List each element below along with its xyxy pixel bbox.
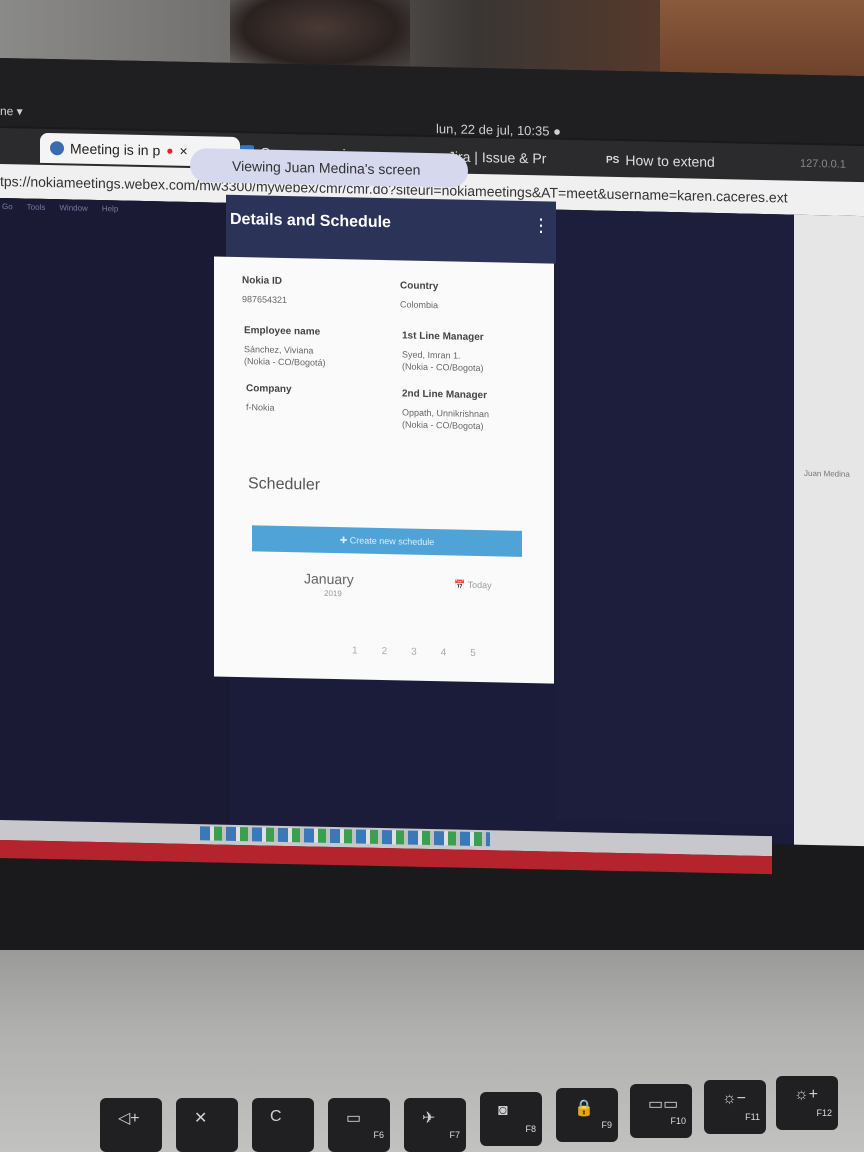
key-f8[interactable]: ◙ F8: [480, 1092, 542, 1146]
today-button[interactable]: 📅 Today: [454, 580, 492, 592]
tab-localhost[interactable]: 127.0.0.1: [800, 149, 864, 180]
clock[interactable]: lun, 22 de jul, 10:35 ●: [436, 121, 561, 139]
menu-window[interactable]: Window: [59, 203, 87, 213]
day-cell[interactable]: 5: [470, 648, 476, 659]
laptop-bezel: ne ▾ lun, 22 de jul, 10:35 ● Meeting is …: [0, 58, 864, 997]
viewing-banner: Viewing Juan Medina's screen: [190, 147, 468, 188]
menu-tools[interactable]: Tools: [27, 202, 46, 211]
shared-left-area: [0, 198, 230, 833]
country-label: Country: [400, 280, 439, 293]
key-f11[interactable]: ☼− F11: [704, 1080, 766, 1134]
key-icon: ▭: [346, 1110, 362, 1127]
today-label: Today: [467, 579, 492, 591]
dock-app-icons[interactable]: [200, 826, 490, 847]
tab-label: Meeting is in p: [70, 140, 161, 159]
key-icon: C: [270, 1108, 282, 1125]
second-manager-value: Oppath, Unnikrishnan (Nokia - CO/Bogota): [402, 407, 490, 432]
recording-icon: ●: [166, 143, 174, 158]
participant-name: Juan Medina: [804, 468, 850, 479]
nokia-id-label: Nokia ID: [242, 275, 283, 287]
calendar-icon: 📅: [454, 579, 466, 590]
day-cell[interactable]: 3: [411, 647, 417, 658]
nokia-id-value: 987654321: [242, 294, 288, 306]
key-icon: ☼−: [722, 1090, 747, 1107]
shared-screen: Go Tools Window Help Juan Medina Viewing…: [0, 147, 864, 875]
tab-label: How to extend: [625, 152, 715, 170]
person-silhouette: [230, 0, 410, 70]
company-value: f-Nokia: [246, 402, 275, 413]
key-icon: ✕: [194, 1110, 208, 1127]
close-icon[interactable]: ×: [180, 143, 188, 159]
second-manager-label: 2nd Line Manager: [402, 388, 488, 402]
key-f12[interactable]: ☼+ F12: [776, 1076, 838, 1130]
key-3[interactable]: C: [252, 1098, 314, 1152]
calendar-month: January: [304, 570, 354, 588]
company-label: Company: [246, 383, 292, 396]
country-value: Colombia: [400, 299, 439, 311]
day-cell[interactable]: 4: [441, 647, 447, 658]
webex-icon: [50, 141, 64, 156]
create-schedule-button[interactable]: ✚ Create new schedule: [252, 525, 522, 557]
calendar-year: 2019: [324, 588, 342, 599]
key-icon: ◁+: [118, 1110, 140, 1127]
employee-name-value: Sánchez, Viviana (Nokia - CO/Bogotá): [244, 344, 326, 368]
ps-icon: PS: [606, 154, 620, 166]
key-2[interactable]: ✕: [176, 1098, 238, 1152]
shared-right-area: [556, 209, 794, 825]
key-1[interactable]: ◁+: [100, 1098, 162, 1152]
key-f9[interactable]: 🔒 F9: [556, 1088, 618, 1142]
employee-name-label: Employee name: [244, 325, 321, 338]
key-f10[interactable]: ▭▭ F10: [630, 1084, 692, 1138]
more-icon[interactable]: ⋮: [532, 215, 550, 236]
key-icon: 🔒: [574, 1100, 594, 1117]
first-manager-value: Syed, Imran 1. (Nokia - CO/Bogota): [402, 349, 484, 374]
scheduler-title: Scheduler: [248, 475, 321, 494]
function-key-row: ◁+ ✕ C ▭ F6 ✈ F7 ◙ F8 🔒 F9 ▭▭ F10 ☼− F11 ☼+ F12: [0, 1076, 864, 1152]
calendar-days: 1 2 3 4 5: [352, 645, 476, 659]
menu-go[interactable]: Go: [2, 202, 13, 211]
tab-how-to[interactable]: PS How to extend: [606, 145, 776, 179]
menu-help[interactable]: Help: [102, 204, 118, 213]
day-cell[interactable]: 2: [382, 646, 388, 657]
details-header: Details and Schedule ⋮: [226, 194, 556, 264]
first-manager-label: 1st Line Manager: [402, 330, 484, 344]
key-icon: ▭▭: [648, 1096, 679, 1113]
details-card: Nokia ID 987654321 Country Colombia Empl…: [214, 256, 554, 684]
details-title: Details and Schedule: [230, 210, 391, 232]
day-cell[interactable]: 1: [352, 645, 358, 656]
activities-menu[interactable]: ne ▾: [0, 104, 23, 118]
key-icon: ◙: [498, 1102, 508, 1119]
participant-panel: Juan Medina: [794, 214, 864, 847]
key-f6[interactable]: ▭ F6: [328, 1098, 390, 1152]
key-icon: ✈: [422, 1110, 436, 1127]
key-icon: ☼+: [794, 1086, 819, 1103]
tab-label: 127.0.0.1: [800, 157, 846, 171]
key-f7[interactable]: ✈ F7: [404, 1098, 466, 1152]
